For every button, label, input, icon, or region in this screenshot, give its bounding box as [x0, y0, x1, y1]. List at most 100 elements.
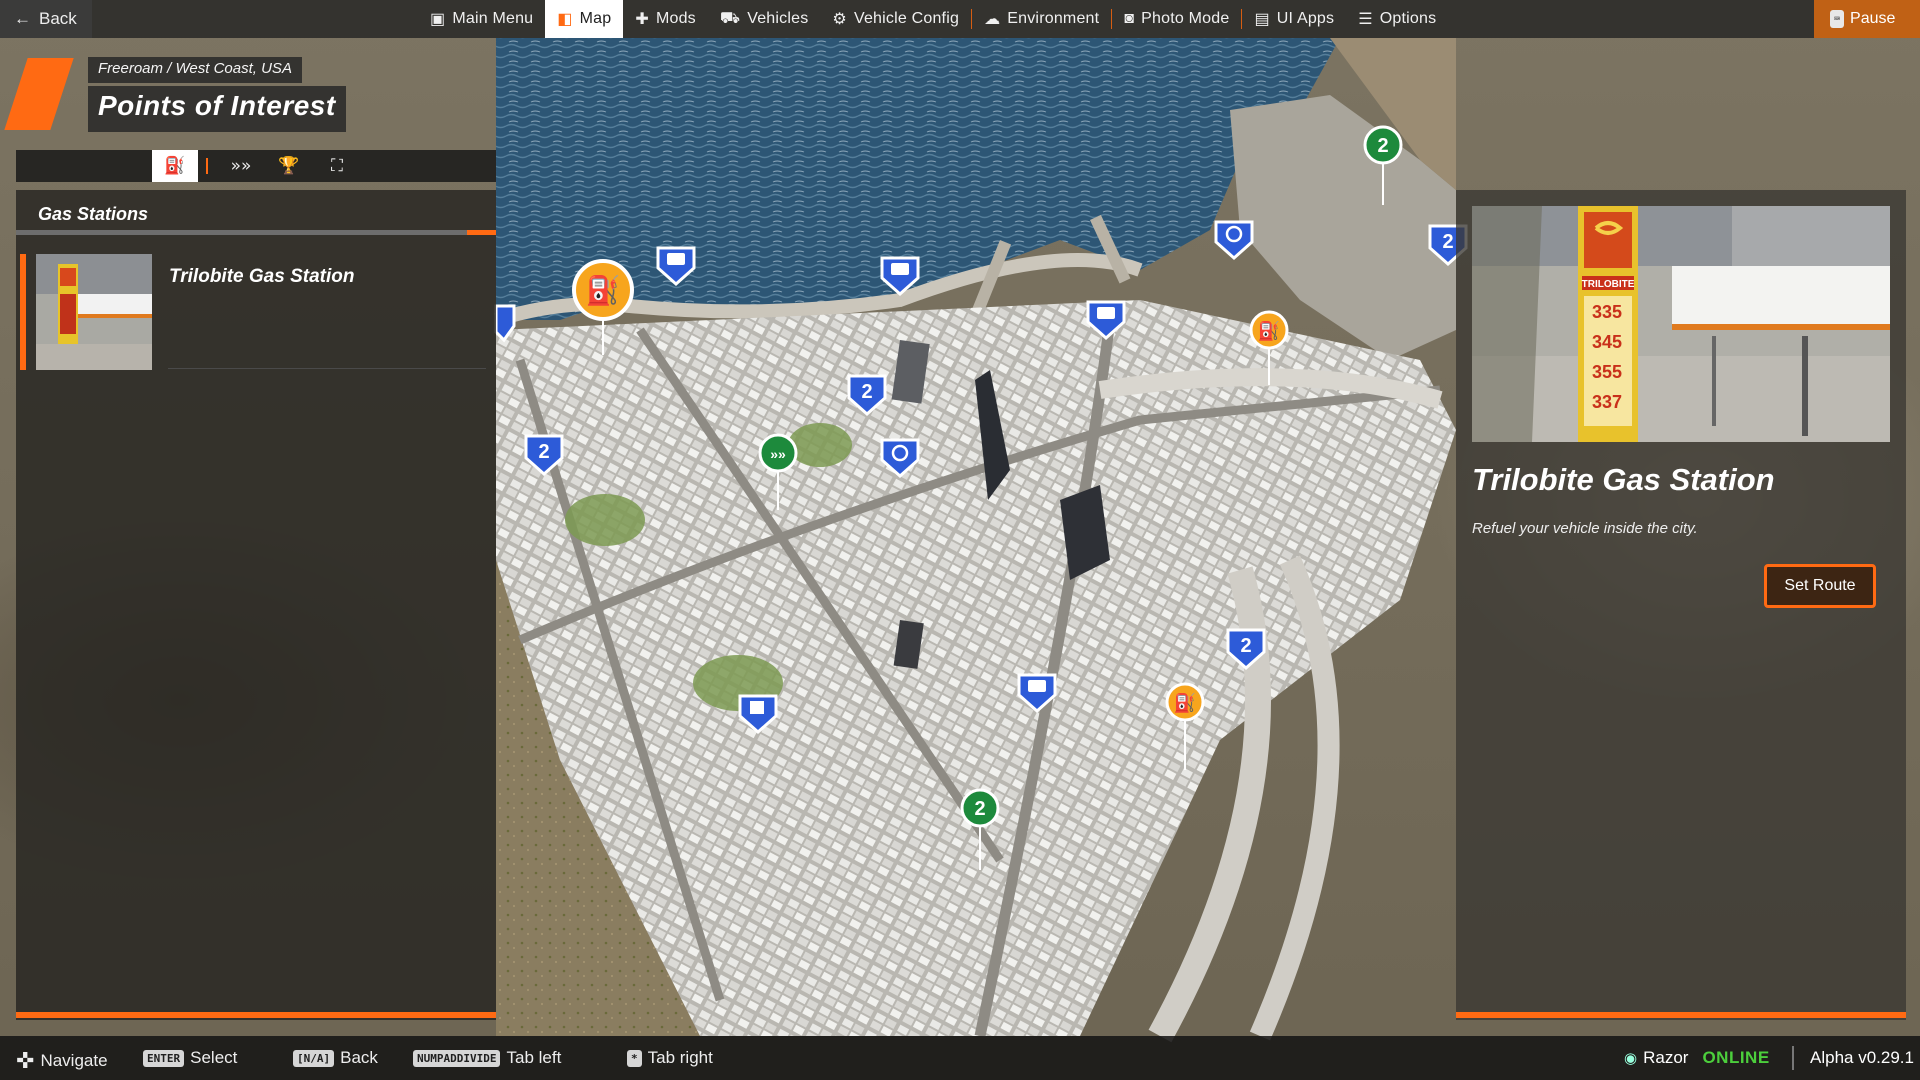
puzzle-icon: ✚	[635, 11, 649, 28]
detail-description: Refuel your vehicle inside the city.	[1472, 520, 1698, 537]
tab-gas-stations[interactable]: ⛽	[152, 150, 198, 182]
panel-accent-bar	[1456, 1012, 1906, 1018]
gas-station-icon: ⛽	[164, 156, 186, 176]
svg-text:2: 2	[538, 441, 549, 463]
poi-preview-image: TRILOBITE 335 345 355 337	[1472, 206, 1890, 442]
tab-garages[interactable]: ⛶	[314, 150, 360, 182]
hint-label: Tab left	[506, 1048, 562, 1067]
nav-label: Map	[579, 10, 612, 27]
hint-navigate: ✜ Navigate	[16, 1048, 108, 1074]
chevrons-right-icon: »»	[230, 156, 252, 176]
keyboard-key: *	[627, 1049, 642, 1067]
hint-select: ENTER Select	[143, 1048, 237, 1068]
apps-icon: ▤	[1254, 11, 1270, 28]
nav-mods[interactable]: ✚ Mods	[623, 0, 708, 38]
nav-vehicle-config[interactable]: ⚙ Vehicle Config	[820, 0, 971, 38]
tab-challenges[interactable]: 🏆	[266, 150, 312, 182]
nav-label: Vehicles	[747, 10, 809, 27]
nav-label: Photo Mode	[1141, 10, 1230, 27]
top-bar: ← Back ▣ Main Menu ◧ Map ✚ Mods ⛟ Vehicl…	[0, 0, 1920, 38]
nav-environment[interactable]: ☁ Environment	[972, 0, 1111, 38]
main-navigation: ▣ Main Menu ◧ Map ✚ Mods ⛟ Vehicles ⚙ Ve…	[418, 0, 1448, 38]
keyboard-key: ENTER	[143, 1049, 185, 1067]
status-divider	[1792, 1046, 1794, 1070]
park	[788, 423, 852, 467]
poi-list-panel: Gas Stations Trilobite Gas Station	[16, 190, 496, 1020]
sliders-icon: ☰	[1358, 11, 1373, 28]
hint-tab-left: NUMPADDIVIDE Tab left	[413, 1048, 561, 1068]
page-title: Points of Interest	[88, 86, 346, 132]
engine-icon: ⚙	[832, 11, 847, 28]
svg-text:355: 355	[1592, 362, 1622, 382]
category-title: Gas Stations	[38, 204, 149, 224]
status-badge: ONLINE	[1702, 1048, 1770, 1067]
steam-icon: ◉	[1624, 1050, 1638, 1067]
nav-main-menu[interactable]: ▣ Main Menu	[418, 0, 545, 38]
online-status: ◉ Razor ONLINE	[1624, 1048, 1770, 1068]
svg-text:TRILOBITE: TRILOBITE	[1582, 279, 1635, 290]
username: Razor	[1643, 1048, 1689, 1067]
hint-tab-right: * Tab right	[627, 1048, 713, 1068]
svg-text:335: 335	[1592, 302, 1622, 322]
nav-label: UI Apps	[1276, 10, 1335, 27]
svg-text:⛽: ⛽	[1258, 320, 1280, 341]
svg-text:⛽: ⛽	[586, 274, 621, 307]
svg-text:2: 2	[1240, 635, 1251, 657]
hint-label: Navigate	[40, 1051, 108, 1070]
pause-label: Pause	[1850, 10, 1896, 27]
nav-vehicles[interactable]: ⛟ Vehicles	[708, 0, 821, 38]
park	[565, 494, 645, 546]
svg-text:»»: »»	[770, 446, 786, 462]
poi-category-tabs: ⛽ »» 🏆 ⛶	[16, 150, 496, 182]
nav-label: Mods	[655, 10, 696, 27]
bottom-hint-bar: ✜ Navigate ENTER Select [N/A] Back NUMPA…	[0, 1036, 1920, 1080]
garage-icon: ⛶	[331, 156, 343, 176]
nav-label: Environment	[1007, 10, 1100, 27]
trophy-icon: 🏆	[278, 156, 300, 176]
hint-label: Back	[340, 1048, 378, 1067]
arrow-left-icon: ←	[14, 9, 31, 28]
svg-text:⛽: ⛽	[1174, 692, 1196, 713]
svg-text:345: 345	[1592, 332, 1622, 352]
breadcrumb: Freeroam / West Coast, USA	[88, 57, 302, 83]
hint-label: Select	[190, 1048, 238, 1067]
version-text: Alpha v0.29.1	[1810, 1048, 1914, 1067]
tab-drift-zones[interactable]: »»	[218, 150, 264, 182]
pause-button[interactable]: ⌨ Pause	[1814, 0, 1920, 38]
camera-icon: ◙	[1124, 10, 1135, 27]
svg-text:2: 2	[861, 381, 872, 403]
refresh-marker[interactable]	[1214, 220, 1254, 261]
nav-photo-mode[interactable]: ◙ Photo Mode	[1112, 0, 1241, 38]
nav-label: Options	[1379, 10, 1437, 27]
nav-options[interactable]: ☰ Options	[1346, 0, 1448, 38]
detail-title: Trilobite Gas Station	[1472, 462, 1775, 497]
svg-text:2: 2	[974, 798, 985, 820]
keyboard-icon: ⌨	[1830, 10, 1845, 28]
nav-label: Vehicle Config	[853, 10, 960, 27]
nav-ui-apps[interactable]: ▤ UI Apps	[1242, 0, 1346, 38]
nav-label: Main Menu	[452, 10, 534, 27]
keyboard-key: NUMPADDIVIDE	[413, 1049, 501, 1067]
poi-name: Trilobite Gas Station	[169, 266, 355, 287]
svg-text:337: 337	[1592, 392, 1622, 412]
poi-detail-panel: TRILOBITE 335 345 355 337 Trilobite Gas …	[1456, 190, 1906, 1020]
car-icon: ⛟	[719, 10, 741, 27]
grid-plus-icon: ▣	[430, 11, 446, 28]
list-item[interactable]: Trilobite Gas Station	[16, 254, 486, 370]
keyboard-key: [N/A]	[293, 1049, 335, 1067]
back-button[interactable]: ← Back	[0, 0, 92, 38]
svg-text:2: 2	[1442, 231, 1453, 253]
hint-back: [N/A] Back	[293, 1048, 378, 1068]
tab-separator	[206, 158, 208, 174]
nav-map[interactable]: ◧ Map	[545, 0, 624, 38]
poi-thumbnail	[36, 254, 152, 370]
map-icon: ◧	[557, 11, 573, 28]
selection-indicator	[20, 254, 26, 370]
dpad-icon: ✜	[16, 1048, 35, 1073]
panel-accent-bar	[16, 1012, 496, 1018]
hint-label: Tab right	[647, 1048, 713, 1067]
weather-icon: ☁	[984, 11, 1001, 28]
set-route-button[interactable]: Set Route	[1764, 564, 1876, 608]
item-divider	[168, 368, 486, 369]
category-divider	[16, 230, 496, 235]
